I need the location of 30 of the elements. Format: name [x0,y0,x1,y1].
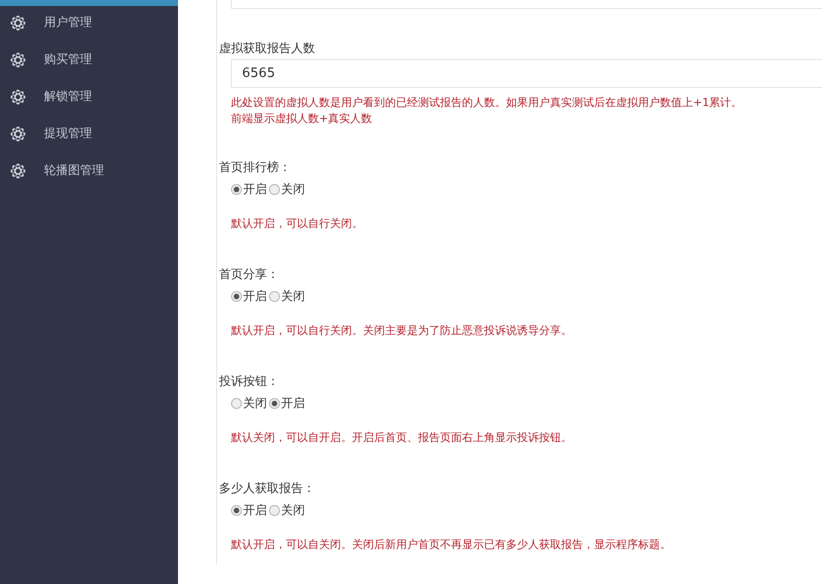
help-text: 默认关闭，可以自开启。开启后首页、报告页面右上角显示投诉按钮。 [231,430,572,446]
sidebar-item[interactable]: 用户管理 [0,4,178,41]
gear-icon [10,52,26,68]
gear-icon [10,126,26,142]
field-label: 首页分享： [219,266,280,283]
field-label: 虚拟获取报告人数 [219,40,316,57]
field-label: 投诉按钮： [219,373,280,390]
radio-option[interactable]: 关闭 [231,394,267,412]
radio-option[interactable]: 关闭 [269,502,305,518]
sidebar-item[interactable]: 提现管理 [0,115,178,152]
sidebar-item[interactable]: 解锁管理 [0,78,178,115]
help-text: 默认开启，可以自行关闭。关闭主要是为了防止恶意投诉说诱导分享。 [231,323,572,339]
help-text: 默认开启，可以自行关闭。 [231,216,363,232]
field-label: 多少人获取报告： [219,480,316,497]
radio-option[interactable]: 开启 [231,180,267,198]
gear-icon [10,88,26,104]
sidebar-item[interactable]: 购买管理 [0,41,178,78]
radio-option[interactable]: 关闭 [269,288,305,304]
radio-option[interactable]: 开启 [269,394,305,412]
radio-option[interactable]: 关闭 [269,180,305,198]
radio-option[interactable]: 开启 [231,502,267,518]
field-label: 首页排行榜： [219,159,292,176]
help-text: 默认开启，可以自关闭。关闭后新用户首页不再显示已有多少人获取报告，显示程序标题。 [231,537,671,553]
input-field[interactable]: 6565 [231,59,822,88]
gear-icon [10,162,26,178]
help-text: 前端显示虚拟人数+真实人数 [231,111,372,127]
help-text: 此处设置的虚拟人数是用户看到的已经测试报告的人数。如果用户真实测试后在虚拟用户数值上+1累计。 [231,95,742,111]
gear-icon [10,14,26,30]
radio-option[interactable]: 开启 [231,288,267,304]
sidebar-item[interactable]: 轮播图管理 [0,152,178,189]
